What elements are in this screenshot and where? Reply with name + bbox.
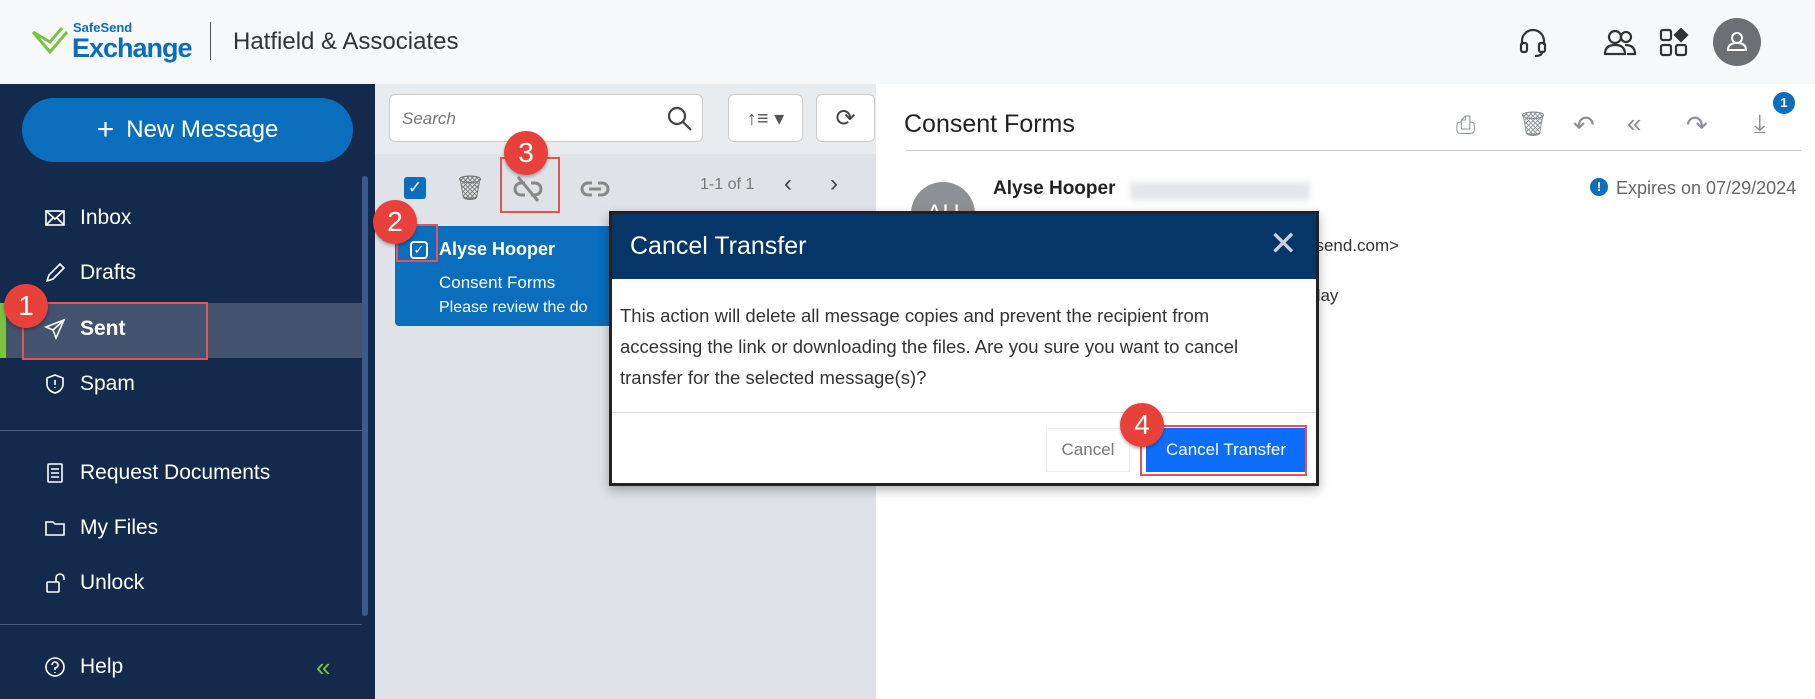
help-label: Help — [80, 655, 124, 678]
message-subject: Consent Forms — [439, 273, 556, 292]
sidebar: + New Message Inbox Drafts Sent Spam Requ… — [0, 84, 375, 699]
delete-icon[interactable]: 🗑︎ — [455, 174, 485, 203]
next-page-icon[interactable]: › — [830, 170, 838, 198]
download-count-badge: 1 — [1773, 92, 1795, 114]
new-message-label: New Message — [126, 116, 279, 143]
nav-label: Unlock — [80, 571, 145, 594]
shield-icon — [46, 374, 64, 394]
annotation-box-sent — [22, 302, 208, 360]
forward-icon[interactable]: ↷ — [1686, 110, 1708, 141]
sidebar-item-drafts[interactable]: Drafts — [44, 261, 136, 285]
help-icon — [45, 657, 65, 677]
cancel-button[interactable]: Cancel — [1046, 428, 1130, 472]
annotation-step-3: 3 — [504, 131, 548, 175]
message-sender: Alyse Hooper — [439, 239, 556, 259]
sort-icon: ↑≡ ▾ — [746, 107, 785, 130]
nav-label: Spam — [80, 372, 135, 395]
envelope-icon — [45, 210, 65, 226]
sender-name: Alyse Hooper — [993, 178, 1116, 199]
download-icon[interactable]: ⤓ — [1754, 108, 1766, 140]
blurred-email — [1130, 182, 1310, 200]
select-all-checkbox[interactable]: ✓ — [404, 177, 426, 199]
pagination-text: 1-1 of 1 — [700, 176, 755, 193]
nav-label: My Files — [80, 516, 159, 539]
refresh-icon: ⟳ — [835, 104, 856, 132]
divider — [0, 624, 362, 625]
users-icon[interactable] — [1603, 28, 1637, 61]
company-name: Hatfield & Associates — [233, 28, 459, 55]
dialog-title: Cancel Transfer — [630, 232, 807, 260]
reply-all-icon[interactable]: « — [1627, 108, 1641, 139]
annotation-box-confirm — [1140, 425, 1307, 476]
search-input[interactable]: Search — [389, 94, 703, 142]
headset-icon[interactable] — [1518, 27, 1548, 64]
dialog-header: Cancel Transfer ✕ — [612, 214, 1316, 279]
sidebar-item-inbox[interactable]: Inbox — [44, 206, 131, 230]
safesend-logo-icon — [30, 24, 70, 61]
divider — [905, 150, 1801, 151]
search-icon[interactable] — [666, 105, 694, 133]
nav-label: Inbox — [80, 206, 132, 229]
header-divider — [210, 22, 211, 60]
close-icon[interactable]: ✕ — [1269, 224, 1298, 264]
app-header: SafeSend Exchange Hatfield & Associates — [0, 0, 1815, 84]
user-avatar-icon[interactable] — [1713, 18, 1761, 66]
dialog-message: This action will delete all message copi… — [620, 305, 1239, 388]
pencil-icon — [45, 262, 66, 283]
recipient-fragment: esend.com> — [1306, 236, 1400, 255]
apps-icon[interactable] — [1659, 27, 1689, 63]
annotation-step-1: 1 — [4, 284, 48, 328]
print-icon[interactable]: ⎙ — [1456, 112, 1475, 140]
folder-icon — [45, 521, 65, 536]
annotation-step-2: 2 — [373, 200, 417, 244]
expiry-date: Expires on 07/29/2024 — [1616, 178, 1797, 198]
sidebar-item-request-documents[interactable]: Request Documents — [44, 461, 270, 485]
search-placeholder: Search — [402, 109, 456, 128]
message-title: Consent Forms — [904, 110, 1075, 138]
sort-button[interactable]: ↑≡ ▾ — [728, 94, 803, 142]
collapse-chevrons-icon[interactable]: « — [316, 652, 330, 683]
message-preview: Please review the do — [439, 299, 588, 316]
annotation-step-4: 4 — [1120, 403, 1164, 447]
divider — [612, 412, 1316, 413]
prev-page-icon[interactable]: ‹ — [784, 170, 792, 198]
sidebar-scrollbar[interactable] — [362, 176, 368, 616]
delete-icon[interactable]: 🗑︎ — [1518, 110, 1548, 139]
logo-bottom: Exchange — [72, 33, 193, 63]
plus-icon: + — [96, 113, 115, 146]
link-icon[interactable] — [578, 175, 612, 203]
unlock-icon — [46, 573, 65, 593]
help-link[interactable]: Help — [44, 655, 123, 679]
new-message-button[interactable]: + New Message — [22, 98, 353, 162]
sidebar-item-unlock[interactable]: Unlock — [44, 571, 144, 595]
info-icon: ! — [1590, 178, 1608, 196]
refresh-button[interactable]: ⟳ — [816, 94, 875, 142]
reply-icon[interactable]: ↶ — [1573, 110, 1595, 141]
nav-label: Request Documents — [80, 461, 271, 484]
nav-label: Drafts — [80, 261, 137, 284]
document-icon — [47, 463, 63, 483]
sidebar-item-my-files[interactable]: My Files — [44, 516, 158, 540]
divider — [0, 430, 362, 431]
sidebar-item-spam[interactable]: Spam — [44, 372, 135, 396]
